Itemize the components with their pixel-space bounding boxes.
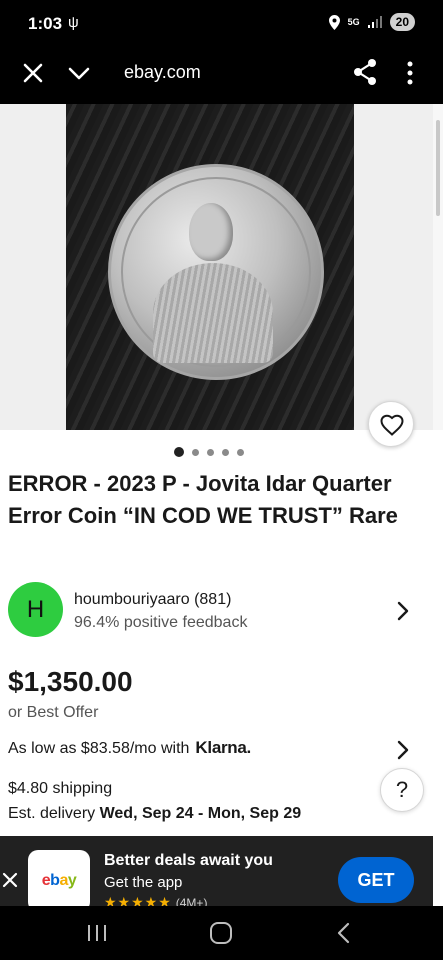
- seller-row[interactable]: H houmbouriyaaro (881) 96.4% positive fe…: [0, 580, 443, 642]
- close-icon[interactable]: [20, 60, 46, 86]
- status-bar: 1:03 ψ 5G 20: [0, 0, 443, 46]
- seller-name: houmbouriyaaro (881): [74, 591, 232, 608]
- scrollbar[interactable]: [433, 104, 443, 430]
- best-offer-label: or Best Offer: [8, 704, 99, 721]
- rating-count: (4M+): [175, 896, 208, 906]
- coin-image: [108, 164, 324, 380]
- price: $1,350.00: [8, 666, 133, 697]
- scrollbar-thumb[interactable]: [436, 120, 440, 216]
- signal-icon: [367, 16, 382, 28]
- url-text[interactable]: ebay.com: [124, 62, 201, 83]
- financing-text: As low as $83.58/mo with: [8, 740, 190, 757]
- gallery-pagination: [174, 447, 244, 457]
- klarna-logo: Klarna.: [195, 738, 251, 757]
- back-icon[interactable]: [336, 922, 352, 944]
- coin-portrait-bust: [153, 263, 273, 363]
- chevron-right-icon[interactable]: [396, 740, 410, 760]
- system-nav-bar: [0, 906, 443, 960]
- more-vertical-icon[interactable]: [402, 60, 418, 86]
- get-app-button[interactable]: GET: [338, 857, 414, 903]
- chevron-right-icon: [397, 601, 409, 621]
- product-photo[interactable]: [66, 104, 354, 430]
- pagination-dot[interactable]: [192, 448, 199, 456]
- recents-icon[interactable]: [86, 923, 108, 943]
- home-icon[interactable]: [210, 922, 232, 944]
- banner-title: Better deals await you: [104, 852, 273, 869]
- battery-level: 20: [389, 13, 415, 31]
- delivery-estimate: Est. delivery Wed, Sep 24 - Mon, Sep 29: [8, 805, 301, 823]
- pagination-dot-active[interactable]: [174, 447, 184, 457]
- status-icons: 5G 20: [328, 13, 415, 31]
- fork-icon: ψ: [68, 14, 79, 31]
- location-icon: [328, 14, 340, 30]
- banner-subtitle: Get the app: [104, 874, 183, 891]
- chevron-down-icon[interactable]: [66, 60, 92, 86]
- pagination-dot[interactable]: [207, 448, 214, 456]
- financing-row[interactable]: As low as $83.58/mo with Klarna.: [8, 738, 251, 758]
- delivery-dates: Wed, Sep 24 - Mon, Sep 29: [99, 805, 302, 822]
- seller-feedback: 96.4% positive feedback: [74, 614, 248, 631]
- close-icon[interactable]: [2, 872, 18, 888]
- browser-toolbar: ebay.com: [0, 46, 443, 104]
- product-gallery[interactable]: [0, 104, 433, 430]
- shipping-cost: $4.80 shipping: [8, 780, 113, 797]
- pagination-dot[interactable]: [222, 448, 229, 456]
- help-button[interactable]: ?: [380, 768, 424, 812]
- listing-title: ERROR - 2023 P - Jovita Idar Quarter Err…: [8, 471, 398, 528]
- network-type: 5G: [347, 16, 360, 27]
- heart-icon: [380, 414, 404, 436]
- app-install-banner: ebay Better deals await you Get the app …: [0, 836, 433, 906]
- coin-portrait-head: [189, 203, 233, 261]
- watchlist-button[interactable]: [368, 401, 414, 447]
- delivery-label: Est. delivery: [8, 805, 96, 822]
- share-icon[interactable]: [352, 58, 378, 86]
- ebay-app-logo: ebay: [28, 850, 90, 906]
- rating-stars: ★★★★★ (4M+): [104, 894, 207, 906]
- status-time: 1:03: [28, 14, 63, 33]
- pagination-dot[interactable]: [237, 448, 244, 456]
- seller-avatar: H: [8, 582, 63, 637]
